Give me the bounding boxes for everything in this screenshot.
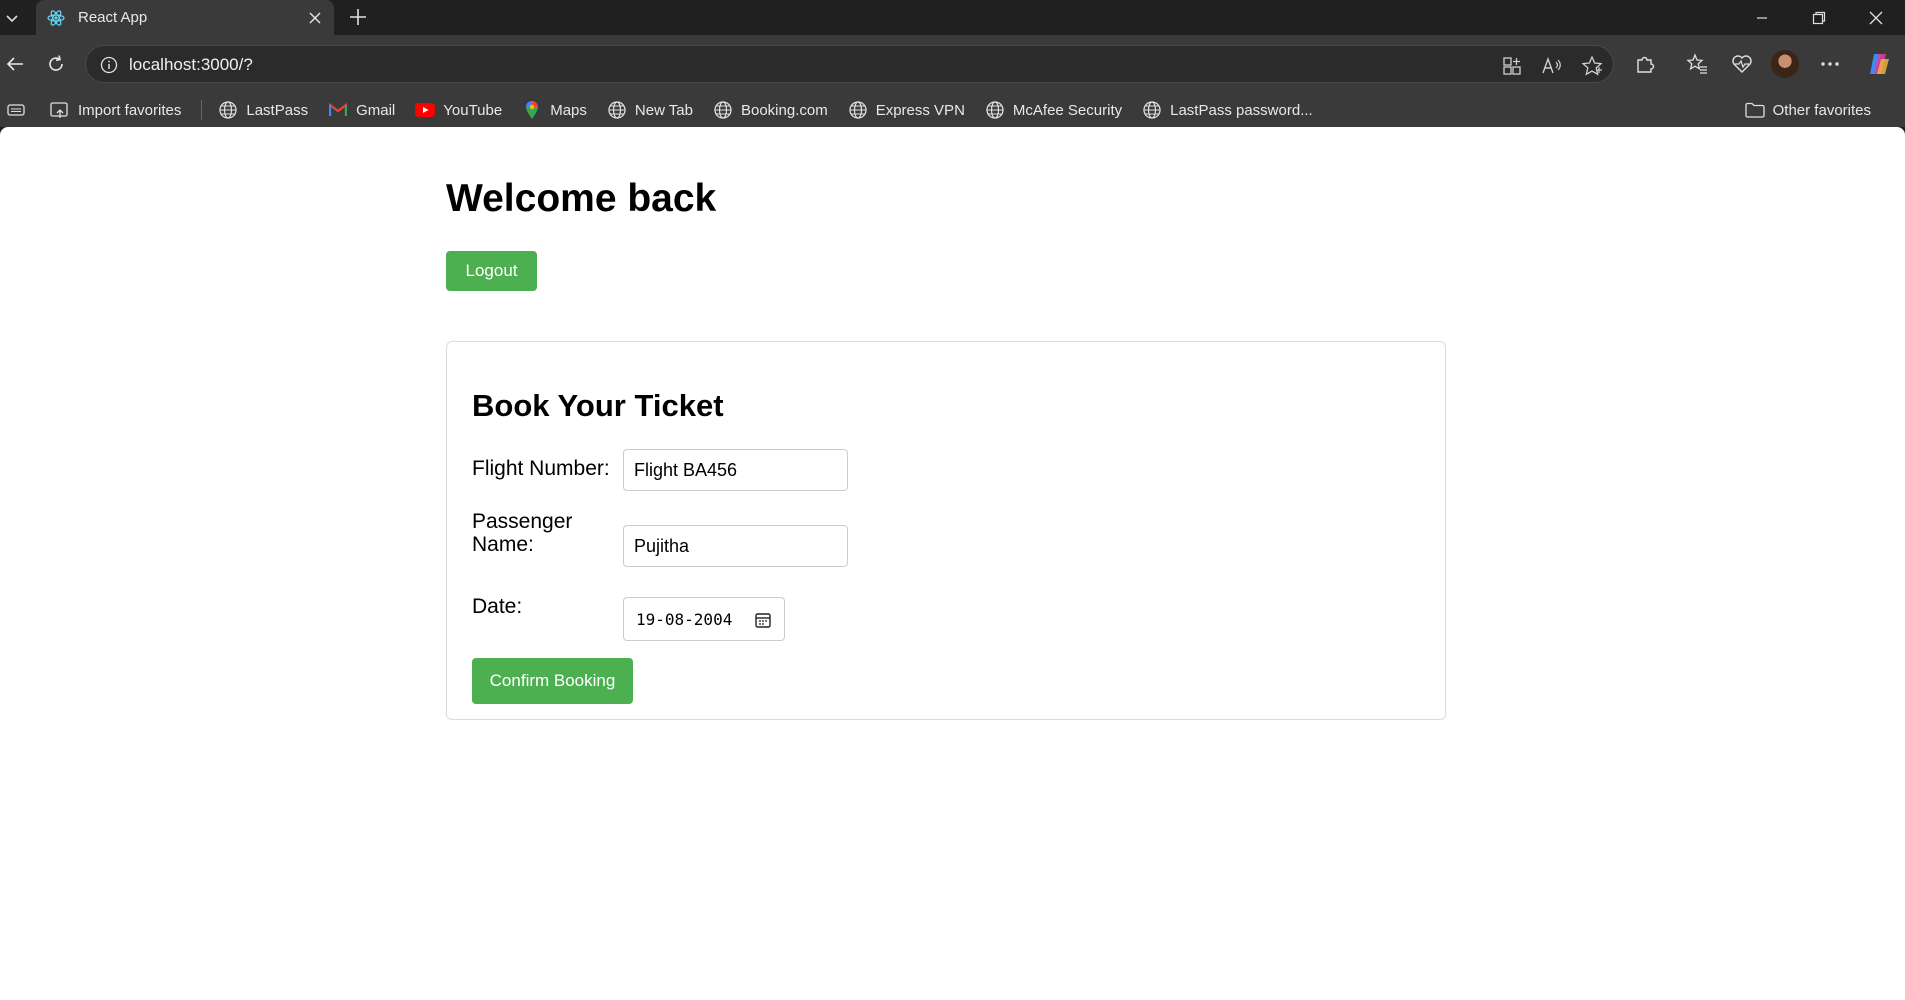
globe-icon	[848, 100, 868, 120]
passenger-name-label: Passenger Name:	[472, 510, 572, 556]
flight-number-input[interactable]	[623, 449, 848, 491]
bookmark-label: Maps	[550, 101, 587, 119]
globe-icon	[218, 100, 238, 120]
heart-pulse-icon	[1732, 55, 1752, 73]
bookmark-lastpass[interactable]: LastPass	[218, 97, 308, 123]
bookmark-youtube[interactable]: YouTube	[415, 97, 502, 123]
logout-button[interactable]: Logout	[446, 251, 537, 291]
address-bar[interactable]: localhost:3000/?	[85, 45, 1614, 83]
active-tab[interactable]: React App	[36, 0, 334, 35]
bookmark-booking[interactable]: Booking.com	[713, 97, 828, 123]
tab-strip: React App	[0, 0, 1905, 35]
settings-more-button[interactable]	[1815, 49, 1845, 79]
booking-form-card: Book Your Ticket Flight Number: Passenge…	[446, 341, 1446, 720]
date-input[interactable]: 19-08-2004	[623, 597, 785, 641]
plus-icon	[350, 9, 366, 25]
minimize-button[interactable]	[1733, 0, 1791, 35]
favorites-star-list-icon	[1686, 53, 1707, 74]
passenger-label-line1: Passenger	[472, 510, 573, 533]
copilot-button[interactable]	[1864, 49, 1894, 79]
favorites-bar: Import favorites LastPass Gmail YouTube …	[0, 93, 1905, 127]
copilot-icon	[1870, 54, 1889, 74]
bookmark-label: New Tab	[634, 101, 693, 119]
favorites-button[interactable]	[1682, 49, 1712, 79]
bookmark-label: YouTube	[443, 101, 503, 119]
close-icon	[1869, 11, 1883, 24]
bookmark-label: McAfee Security	[1012, 101, 1123, 119]
url-text[interactable]: localhost:3000/?	[129, 55, 253, 75]
page-title: Welcome back	[446, 177, 717, 220]
back-arrow-icon	[6, 57, 23, 71]
passenger-name-input[interactable]	[623, 525, 848, 567]
more-dots-icon	[1821, 62, 1839, 66]
flight-number-label: Flight Number:	[472, 457, 610, 480]
favorite-star-icon[interactable]	[1580, 54, 1604, 78]
close-icon	[309, 11, 321, 24]
browser-toolbar: localhost:3000/?	[0, 35, 1905, 93]
gmail-icon	[328, 100, 348, 120]
minimize-icon	[1757, 16, 1767, 19]
youtube-icon	[415, 100, 436, 120]
bookmark-label: LastPass	[246, 101, 309, 119]
globe-icon	[607, 100, 627, 120]
other-favorites-label: Other favorites	[1772, 101, 1871, 119]
maps-icon	[522, 100, 542, 120]
bookmark-lastpass-password[interactable]: LastPass password...	[1142, 97, 1313, 123]
back-button[interactable]	[0, 49, 30, 79]
close-tab-button[interactable]	[302, 5, 328, 31]
tab-actions-menu-button[interactable]	[0, 6, 24, 30]
bookmark-gmail[interactable]: Gmail	[328, 97, 395, 123]
bookmark-import-favorites[interactable]: Import favorites	[50, 97, 181, 123]
tab-title: React App	[78, 9, 148, 26]
globe-icon	[985, 100, 1005, 120]
globe-icon	[713, 100, 733, 120]
react-icon	[46, 8, 66, 28]
bookmarks-divider	[201, 100, 203, 120]
sidebar-toggle-button[interactable]	[6, 97, 34, 123]
tabs-pane-icon	[6, 100, 26, 120]
bookmark-mcafee[interactable]: McAfee Security	[985, 97, 1122, 123]
bookmark-label: LastPass password...	[1170, 101, 1313, 119]
date-value: 19-08-2004	[636, 610, 733, 629]
calendar-icon[interactable]	[754, 611, 772, 629]
info-icon[interactable]	[99, 55, 119, 75]
avatar	[1771, 50, 1799, 78]
bookmark-label: Import favorites	[78, 101, 182, 119]
refresh-button[interactable]	[41, 49, 71, 79]
restore-icon	[1812, 11, 1826, 24]
page-viewport: Welcome back Logout Book Your Ticket Fli…	[0, 127, 1905, 1000]
chevron-down-icon	[6, 15, 18, 23]
profile-button[interactable]	[1770, 49, 1800, 79]
refresh-icon	[49, 55, 63, 71]
import-icon	[50, 100, 70, 120]
other-favorites-folder[interactable]: Other favorites	[1744, 97, 1871, 123]
bookmark-label: Booking.com	[740, 101, 828, 119]
passenger-label-line2: Name:	[472, 533, 534, 556]
date-label: Date:	[472, 595, 523, 618]
confirm-booking-button[interactable]: Confirm Booking	[472, 658, 633, 704]
extensions-button[interactable]	[1630, 49, 1660, 79]
bookmark-maps[interactable]: Maps	[522, 97, 587, 123]
new-tab-button[interactable]	[345, 4, 371, 30]
form-title: Book Your Ticket	[472, 388, 724, 423]
bookmark-new-tab[interactable]: New Tab	[607, 97, 693, 123]
bookmark-label: Express VPN	[875, 101, 965, 119]
bookmark-label: Gmail	[356, 101, 396, 119]
app-available-icon[interactable]	[1500, 54, 1524, 78]
close-window-button[interactable]	[1847, 0, 1905, 35]
restore-button[interactable]	[1790, 0, 1848, 35]
folder-icon	[1744, 100, 1765, 120]
browser-essentials-button[interactable]	[1727, 49, 1757, 79]
read-aloud-icon[interactable]	[1540, 54, 1564, 78]
globe-icon	[1142, 100, 1162, 120]
bookmark-express-vpn[interactable]: Express VPN	[848, 97, 965, 123]
puzzle-icon	[1637, 56, 1655, 73]
